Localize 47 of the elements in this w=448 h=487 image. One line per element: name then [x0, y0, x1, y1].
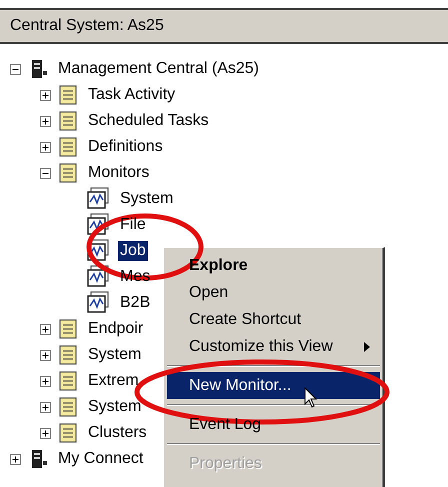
expander-icon[interactable]	[40, 428, 54, 438]
tree-item[interactable]: Scheduled Tasks	[86, 111, 211, 131]
expander-icon[interactable]	[40, 116, 54, 126]
tree-item[interactable]: Extrem	[86, 371, 141, 391]
menu-item[interactable]: Customize this View	[167, 333, 380, 360]
menu-item[interactable]: Open	[167, 279, 380, 306]
document-icon	[57, 84, 79, 106]
expander-icon[interactable]	[40, 350, 54, 360]
monitor-graph-icon	[87, 291, 111, 315]
document-icon	[57, 110, 79, 132]
tree-item[interactable]: Monitors	[86, 163, 152, 183]
tree-item[interactable]: B2B	[118, 293, 152, 313]
tree-item[interactable]: Clusters	[86, 423, 149, 443]
pointer-icon	[304, 387, 318, 409]
monitor-graph-icon	[87, 265, 111, 289]
document-icon	[57, 318, 79, 340]
tree-item[interactable]: File	[118, 215, 148, 235]
menu-item[interactable]: Explore	[167, 252, 380, 279]
monitor-graph-icon	[87, 239, 111, 263]
tree-item[interactable]: System	[86, 397, 144, 417]
expander-icon[interactable]	[40, 324, 54, 334]
document-icon	[57, 396, 79, 418]
tree-item[interactable]: System	[118, 189, 176, 209]
document-icon	[57, 370, 79, 392]
expander-icon[interactable]	[40, 142, 54, 152]
tree-item[interactable]: Task Activity	[86, 85, 178, 105]
document-icon	[57, 136, 79, 158]
expander-icon[interactable]	[40, 402, 54, 412]
tree-item[interactable]: Definitions	[86, 137, 165, 157]
tree-item[interactable]: Job	[118, 241, 148, 261]
tree-item[interactable]: Management Central (As25)	[56, 59, 261, 79]
monitor-graph-icon	[87, 187, 111, 211]
document-icon	[57, 422, 79, 444]
expander-icon[interactable]	[40, 168, 54, 178]
expander-icon[interactable]	[10, 64, 24, 74]
expander-icon[interactable]	[40, 90, 54, 100]
menu-item[interactable]: Create Shortcut	[167, 306, 380, 333]
pane-title: Central System: As25	[10, 17, 164, 35]
expander-icon[interactable]	[40, 376, 54, 386]
tree-item[interactable]: Endpoir	[86, 319, 146, 339]
tree-item[interactable]: My Connect	[56, 449, 146, 469]
expander-icon[interactable]	[10, 454, 24, 464]
menu-item[interactable]: New Monitor...	[167, 372, 380, 399]
document-icon	[57, 344, 79, 366]
tree-item[interactable]: System	[86, 345, 144, 365]
monitor-graph-icon	[87, 213, 111, 237]
document-icon	[57, 162, 79, 184]
